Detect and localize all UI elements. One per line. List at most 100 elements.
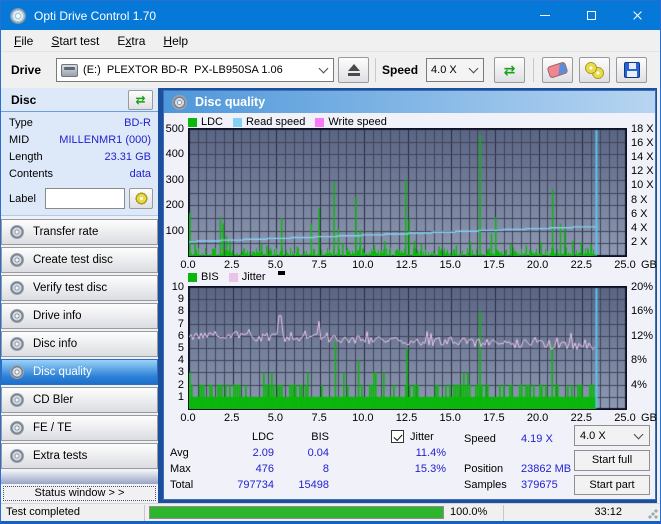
samples-stat-label: Samples bbox=[464, 479, 507, 491]
disc-info-row-contents: Contents data bbox=[9, 168, 151, 185]
jitter-checkbox-label: Jitter bbox=[410, 431, 434, 443]
chart2-ytick-10: 10 bbox=[171, 281, 184, 293]
speed-stat-label: Speed bbox=[464, 433, 496, 445]
write-speed-legend-label: Write speed bbox=[328, 116, 387, 128]
panel-header: Disc quality bbox=[164, 91, 655, 113]
chart2-ytick-right-4: 4% bbox=[631, 378, 647, 391]
chart1-ytick-200: 200 bbox=[165, 199, 184, 212]
chart1-xtick-0: 0.0 bbox=[180, 259, 196, 271]
contents-label: Contents bbox=[9, 168, 54, 180]
stats-col-ldc: LDC bbox=[251, 431, 274, 443]
disc-icon bbox=[10, 225, 24, 239]
speed-select-value: 4.0 X bbox=[431, 64, 457, 76]
sidebar-item-label: Transfer rate bbox=[33, 226, 99, 238]
sidebar-item-label: Drive info bbox=[33, 310, 82, 322]
chart1-ytick-right-12: 12 X bbox=[631, 165, 654, 178]
chart1-ytick-right-18: 18 X bbox=[631, 123, 654, 135]
maximize-button[interactable] bbox=[568, 1, 614, 30]
drive-select-value: (E:) PLEXTOR BD-R PX-LB950SA 1.06 bbox=[83, 64, 283, 76]
menu-start-test[interactable]: Start test bbox=[42, 32, 108, 50]
chart2-xtick-7.5: 7.5 bbox=[311, 412, 327, 424]
sidebar-item-fe-te[interactable]: FE / TE bbox=[1, 415, 158, 441]
samples-stat-value: 379675 bbox=[521, 479, 558, 491]
mid-label: MID bbox=[9, 134, 30, 146]
toolbar-separator bbox=[533, 58, 535, 82]
speed-test-button[interactable]: ⇄ bbox=[494, 57, 526, 83]
chart2-xtick-0: 0.0 bbox=[180, 412, 196, 424]
sidebar-item-create-test-disc[interactable]: Create test disc bbox=[1, 247, 158, 273]
chart1-ytick-right-14: 14 X bbox=[631, 151, 654, 164]
chart2-ytick-8: 8 bbox=[177, 305, 184, 318]
resize-grip[interactable] bbox=[648, 509, 658, 519]
titlebar: Opti Drive Control 1.70 bbox=[1, 1, 660, 30]
sidebar-item-label: Verify test disc bbox=[33, 282, 108, 294]
menu-extra[interactable]: Extra bbox=[108, 32, 154, 50]
eject-button[interactable] bbox=[338, 57, 370, 83]
chart1-ytick-right-10: 10 X bbox=[631, 179, 654, 192]
chart2-ytick-right-16: 16% bbox=[631, 305, 654, 318]
panel-title: Disc quality bbox=[195, 95, 266, 109]
sidebar-item-verify-test-disc[interactable]: Verify test disc bbox=[1, 275, 158, 301]
menu-file[interactable]: File bbox=[5, 32, 42, 50]
start-part-button[interactable]: Start part bbox=[574, 475, 650, 495]
chart1-ytick-right-6: 6 X bbox=[631, 207, 648, 220]
disc-refresh-button[interactable]: ⇄ bbox=[128, 90, 153, 110]
disc-copy-button[interactable] bbox=[579, 57, 611, 83]
save-button[interactable] bbox=[616, 57, 648, 83]
stats-col-bis: BIS bbox=[311, 431, 329, 443]
disc-icon bbox=[10, 421, 24, 435]
sidebar-item-drive-info[interactable]: Drive info bbox=[1, 303, 158, 329]
toolbar-separator bbox=[375, 58, 377, 82]
sidebar-item-disc-quality[interactable]: Disc quality bbox=[1, 359, 158, 385]
sidebar-item-extra-tests[interactable]: Extra tests bbox=[1, 443, 158, 469]
sidebar-item-cd-bler[interactable]: CD Bler bbox=[1, 387, 158, 413]
erase-disc-button[interactable] bbox=[542, 57, 574, 83]
read-speed-legend-swatch bbox=[233, 117, 243, 127]
chart2-xtick-20: 20.0 bbox=[526, 412, 549, 424]
drive-select[interactable]: (E:) PLEXTOR BD-R PX-LB950SA 1.06 bbox=[56, 58, 335, 82]
mid-value: MILLENMR1 (000) bbox=[59, 134, 151, 146]
disc-info-row-mid: MID MILLENMR1 (000) bbox=[9, 134, 151, 151]
jitter-checkbox[interactable] bbox=[391, 430, 404, 443]
chart2-ytick-right-20: 20% bbox=[631, 281, 654, 293]
label-disc-button[interactable] bbox=[129, 188, 153, 209]
chart2-xtick-17.5: 17.5 bbox=[483, 412, 505, 424]
disc-icon bbox=[10, 309, 24, 323]
speed-select[interactable]: 4.0 X bbox=[426, 58, 485, 82]
chart2-xtick-5: 5.0 bbox=[267, 412, 284, 424]
read-speed-legend-label: Read speed bbox=[246, 116, 306, 128]
minimize-icon bbox=[540, 15, 550, 16]
speed-label: Speed bbox=[382, 63, 419, 77]
sidebar-item-label: Disc quality bbox=[33, 366, 92, 378]
disc-icon bbox=[10, 393, 24, 407]
chart2-ytick-9: 9 bbox=[177, 293, 184, 306]
sidebar-item-disc-info[interactable]: Disc info bbox=[1, 331, 158, 357]
minimize-button[interactable] bbox=[522, 1, 568, 30]
chart2-ytick-5: 5 bbox=[177, 342, 184, 354]
menu-help[interactable]: Help bbox=[154, 32, 197, 50]
status-window-button[interactable]: Status window > > bbox=[3, 486, 156, 501]
bis-jitter-chart bbox=[188, 286, 627, 410]
max-bis: 8 bbox=[322, 463, 329, 475]
elapsed-time: 33:12 bbox=[594, 506, 622, 518]
yellow-discs-icon bbox=[584, 61, 606, 79]
start-full-button[interactable]: Start full bbox=[574, 450, 650, 471]
sidebar-item-label: FE / TE bbox=[33, 422, 72, 434]
app-window: Opti Drive Control 1.70 File Start test Ex… bbox=[0, 0, 661, 524]
chart1-ytick-100: 100 bbox=[165, 224, 184, 237]
eraser-icon bbox=[546, 61, 569, 79]
disc-info-row-type: Type BD-R bbox=[9, 117, 151, 134]
status-text: Test completed bbox=[6, 506, 80, 518]
main-area: Disc ⇄ Type BD-R MID MILLENMR1 (000) Length 2… bbox=[1, 88, 660, 503]
type-label: Type bbox=[9, 117, 33, 129]
close-button[interactable] bbox=[614, 1, 660, 30]
test-speed-select[interactable]: 4.0 X bbox=[574, 425, 650, 446]
sidebar: Disc ⇄ Type BD-R MID MILLENMR1 (000) Length 2… bbox=[1, 88, 158, 503]
chart2-ytick-3: 3 bbox=[177, 366, 184, 379]
chart2-x-unit: GB bbox=[641, 412, 657, 424]
progress-percent: 100.0% bbox=[450, 506, 488, 518]
label-input[interactable] bbox=[45, 188, 125, 209]
jitter-marker-icon bbox=[277, 271, 285, 275]
toolbar: Drive (E:) PLEXTOR BD-R PX-LB950SA 1.06 … bbox=[1, 52, 660, 88]
sidebar-item-transfer-rate[interactable]: Transfer rate bbox=[1, 219, 158, 245]
